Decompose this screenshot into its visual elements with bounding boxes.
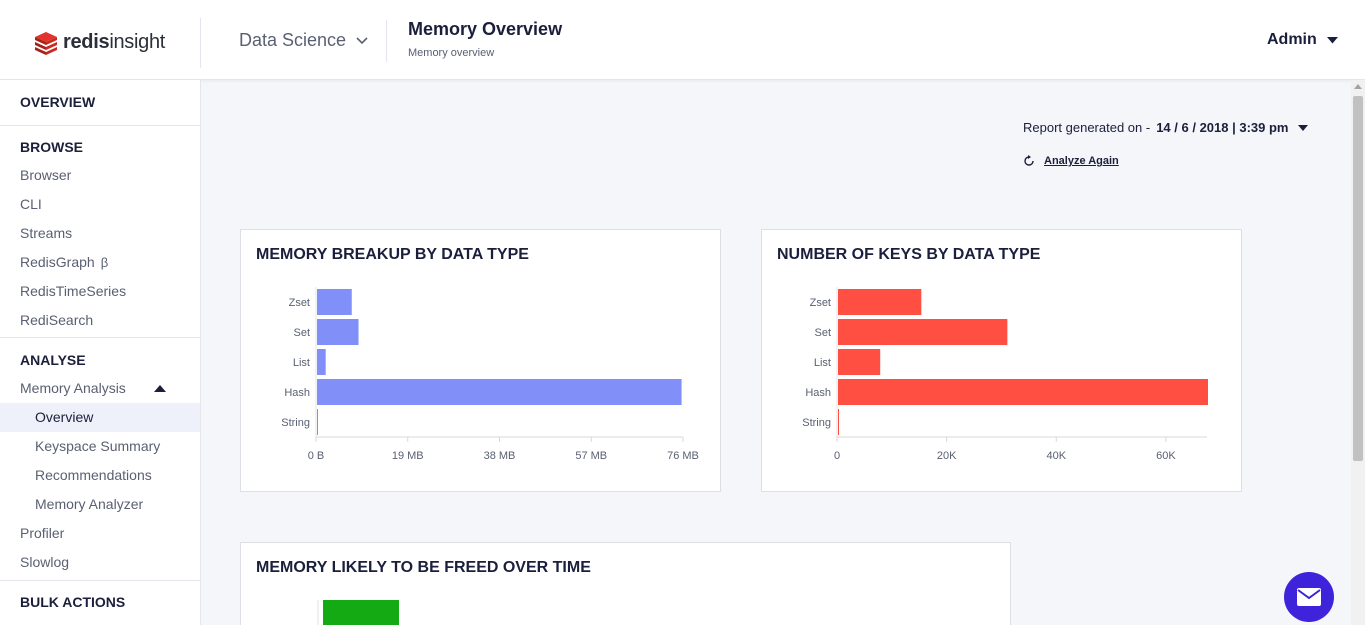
y-tick-label: Zset — [810, 297, 831, 309]
y-tick-label: String — [281, 417, 310, 429]
x-tick-label: 0 B — [308, 450, 325, 462]
analyze-again-label: Analyze Again — [1044, 155, 1119, 167]
memory-breakup-chart: Zset Set List Hash String 0 B 19 MB 38 MB 57 MB 7… — [281, 287, 699, 462]
sidebar-item-streams[interactable]: Streams — [0, 219, 200, 248]
bar-hash — [317, 379, 682, 405]
y-tick-label: Set — [293, 327, 310, 339]
y-tick-label: Hash — [284, 387, 310, 399]
sidebar-divider — [0, 125, 200, 126]
y-tick-label: List — [814, 357, 831, 369]
bar — [323, 600, 399, 625]
sidebar-item-memory-analyzer[interactable]: Memory Analyzer — [0, 490, 200, 519]
bar-hash — [838, 379, 1208, 405]
scroll-thumb[interactable] — [1353, 96, 1363, 461]
header-divider — [200, 18, 201, 68]
sidebar-item-slowlog[interactable]: Slowlog — [0, 548, 200, 577]
bar-zset — [838, 289, 922, 315]
beta-badge: β — [100, 255, 109, 270]
sidebar-bulk-actions-header[interactable]: BULK ACTIONS — [0, 594, 125, 610]
bar-set — [838, 319, 1008, 345]
sidebar-item-cli[interactable]: CLI — [0, 190, 200, 219]
user-name: Admin — [1267, 31, 1317, 48]
sidebar-item-recommendations[interactable]: Recommendations — [0, 461, 200, 490]
sidebar-item-keyspace-summary[interactable]: Keyspace Summary — [0, 432, 200, 461]
chevron-down-icon — [356, 36, 368, 44]
page-scrollbar[interactable] — [1351, 80, 1365, 625]
redisinsight-logo[interactable]: redisinsight — [33, 29, 165, 55]
bar-zset — [317, 289, 352, 315]
sidebar-item-redisgraph[interactable]: RedisGraph β — [0, 248, 200, 277]
y-tick-label: String — [802, 417, 831, 429]
bar-list — [838, 349, 881, 375]
x-tick-label: 19 MB — [392, 450, 424, 462]
memory-breakup-card: MEMORY BREAKUP BY DATA TYPE Zset Set List H… — [240, 229, 721, 492]
sidebar-analyse-header[interactable]: ANALYSE — [0, 352, 86, 368]
memory-freed-chart — [317, 600, 399, 625]
caret-up-icon — [154, 385, 166, 392]
keys-by-type-card: NUMBER OF KEYS BY DATA TYPE Zset Set List H… — [761, 229, 1242, 492]
sidebar-item-redistimeseries[interactable]: RedisTimeSeries — [0, 277, 200, 306]
redis-logo-icon — [35, 32, 57, 55]
y-tick-label: Zset — [289, 297, 310, 309]
header-divider — [386, 20, 387, 62]
scroll-up-arrow[interactable] — [1354, 84, 1362, 89]
bar-string — [838, 409, 839, 435]
sidebar-item-overview[interactable]: Overview — [0, 403, 200, 432]
user-menu[interactable]: Admin — [1267, 31, 1338, 49]
y-tick-label: Set — [814, 327, 831, 339]
memory-freed-card: MEMORY LIKELY TO BE FREED OVER TIME — [240, 542, 1011, 625]
x-tick-label: 76 MB — [667, 450, 699, 462]
x-tick-label: 60K — [1156, 450, 1176, 462]
sidebar-divider — [0, 580, 200, 581]
sidebar-item-label: RedisGraph — [20, 254, 95, 270]
analyze-again-button[interactable]: Analyze Again — [1023, 155, 1119, 167]
sidebar-browse-header[interactable]: BROWSE — [0, 139, 83, 155]
sidebar-divider — [0, 337, 200, 338]
top-header: redisinsight Data Science Memory Overvie… — [0, 0, 1365, 80]
feedback-mail-button[interactable] — [1284, 572, 1334, 622]
bar-list — [317, 349, 326, 375]
report-prefix: Report generated on - — [1023, 120, 1151, 135]
envelope-icon — [1297, 588, 1321, 606]
logo-wordmark: redisinsight — [63, 30, 166, 53]
report-date-selector[interactable]: Report generated on - 14 / 6 / 2018 | 3:… — [1023, 120, 1309, 135]
sidebar-item-memory-analysis[interactable]: Memory Analysis — [0, 374, 200, 403]
x-tick-label: 20K — [937, 450, 957, 462]
y-tick-label: Hash — [805, 387, 831, 399]
database-selector[interactable]: Data Science — [239, 30, 368, 51]
database-name: Data Science — [239, 30, 347, 50]
page-subtitle: Memory overview — [408, 47, 495, 59]
page-title: Memory Overview — [408, 19, 563, 39]
y-tick-label: List — [293, 357, 310, 369]
refresh-icon — [1024, 155, 1034, 166]
sidebar-item-browser[interactable]: Browser — [0, 161, 200, 190]
sidebar-overview[interactable]: OVERVIEW — [0, 94, 95, 110]
x-tick-label: 0 — [834, 450, 840, 462]
caret-down-icon — [1326, 36, 1338, 43]
report-date: 14 / 6 / 2018 | 3:39 pm — [1156, 120, 1289, 135]
x-tick-label: 40K — [1046, 450, 1066, 462]
x-tick-label: 38 MB — [484, 450, 516, 462]
sidebar-analyse-list: Memory Analysis Overview Keyspace Summar… — [0, 374, 200, 577]
keys-by-type-chart: Zset Set List Hash String 0 20K 40K 60K — [802, 287, 1208, 462]
sidebar-item-redisearch[interactable]: RediSearch — [0, 306, 200, 335]
sidebar: OVERVIEW BROWSE Browser CLI Streams Redi… — [0, 80, 201, 625]
sidebar-item-label: Memory Analysis — [20, 380, 126, 396]
bar-set — [317, 319, 359, 345]
bar-string — [317, 409, 318, 435]
caret-down-icon — [1298, 124, 1309, 131]
sidebar-item-profiler[interactable]: Profiler — [0, 519, 200, 548]
sidebar-browse-list: Browser CLI Streams RedisGraph β RedisTim… — [0, 161, 200, 335]
x-tick-label: 57 MB — [575, 450, 607, 462]
